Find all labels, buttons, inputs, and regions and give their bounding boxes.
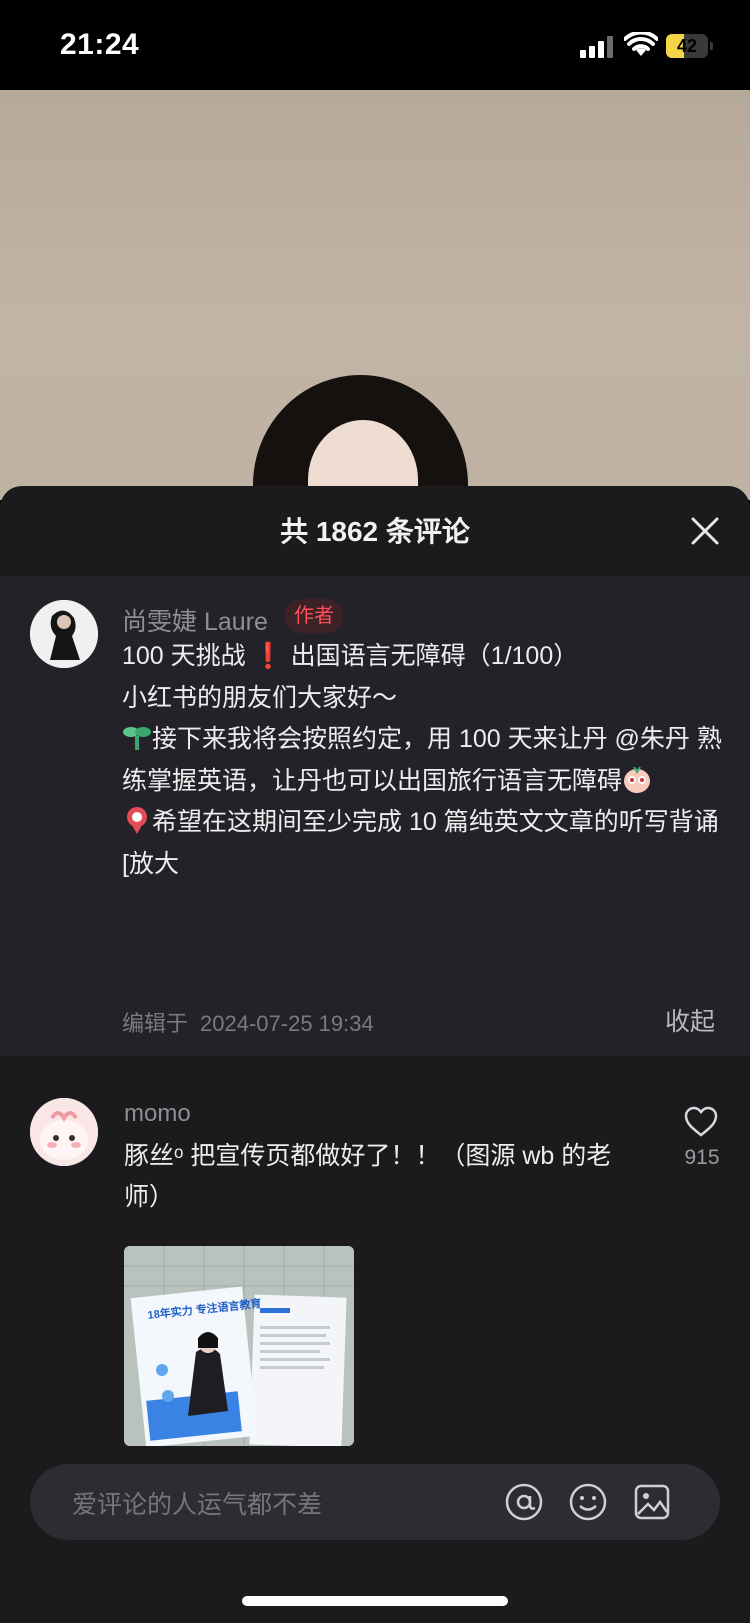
battery-icon: 42 <box>666 34 713 58</box>
pin-emoji-icon <box>127 807 147 834</box>
heart-icon[interactable] <box>684 1106 718 1138</box>
comment-line-1: 100 天挑战 ❗ 出国语言无障碍（1/100） <box>122 642 579 670</box>
comment-line-4: 希望在这期间至少完成 10 篇纯英文文章的听写背诵 <box>122 802 722 844</box>
battery-level: 42 <box>676 36 698 56</box>
author-avatar[interactable] <box>30 600 98 668</box>
like-count: 915 <box>684 1146 720 1169</box>
author-comment-text: 100 天挑战 ❗ 出国语言无障碍（1/100） 小红书的朋友们大家好～ 接下来… <box>122 636 722 885</box>
sheet-header: 共 1862 条评论 <box>0 486 750 576</box>
collapse-button[interactable]: 收起 <box>665 1002 715 1038</box>
video-player[interactable] <box>0 90 750 500</box>
comment-input[interactable]: 爱评论的人运气都不差 <box>30 1464 720 1540</box>
commenter-name[interactable]: momo <box>124 1100 191 1128</box>
comment-line-2: 小红书的朋友们大家好～ <box>122 683 398 712</box>
comment-line-3: 接下来我将会按照约定，用 100 天来让丹 @朱丹 熟练掌握英语，让丹也可以出国… <box>122 719 722 802</box>
emoji-icon[interactable] <box>568 1482 608 1522</box>
comments-sheet: 共 1862 条评论 尚雯婕 Laure 作者 100 天挑战 ❗ 出国语言无障… <box>0 486 750 1623</box>
author-name[interactable]: 尚雯婕 Laure <box>122 602 268 638</box>
sprout-emoji-icon <box>123 727 151 750</box>
comment-image[interactable]: 18年实力 专注语言教育 <box>124 1246 354 1446</box>
comment-line-5: [放大 <box>122 849 179 878</box>
comment-input-placeholder: 爱评论的人运气都不差 <box>72 1491 323 1519</box>
blush-face-emoji-icon <box>624 765 651 793</box>
at-mention-icon[interactable] <box>504 1482 544 1522</box>
edited-meta: 编辑于 2024-07-25 19:34 <box>122 1006 374 1038</box>
comments-count-title: 共 1862 条评论 <box>280 516 470 547</box>
comment-text: 豚丝ᵒ 把宣传页都做好了！！（图源 wb 的老师） <box>124 1142 612 1211</box>
close-icon[interactable] <box>688 514 722 548</box>
edited-label: 编辑于 <box>122 1011 189 1036</box>
edited-time: 2024-07-25 19:34 <box>200 1011 374 1036</box>
wifi-icon <box>624 32 658 56</box>
status-bar: 21:24 42 <box>0 0 750 90</box>
author-badge: 作者 <box>284 599 344 633</box>
home-indicator[interactable] <box>242 1596 508 1606</box>
commenter-avatar[interactable] <box>30 1098 98 1166</box>
status-time: 21:24 <box>60 28 140 61</box>
image-icon[interactable] <box>632 1482 672 1522</box>
cellular-signal-icon <box>580 36 614 58</box>
